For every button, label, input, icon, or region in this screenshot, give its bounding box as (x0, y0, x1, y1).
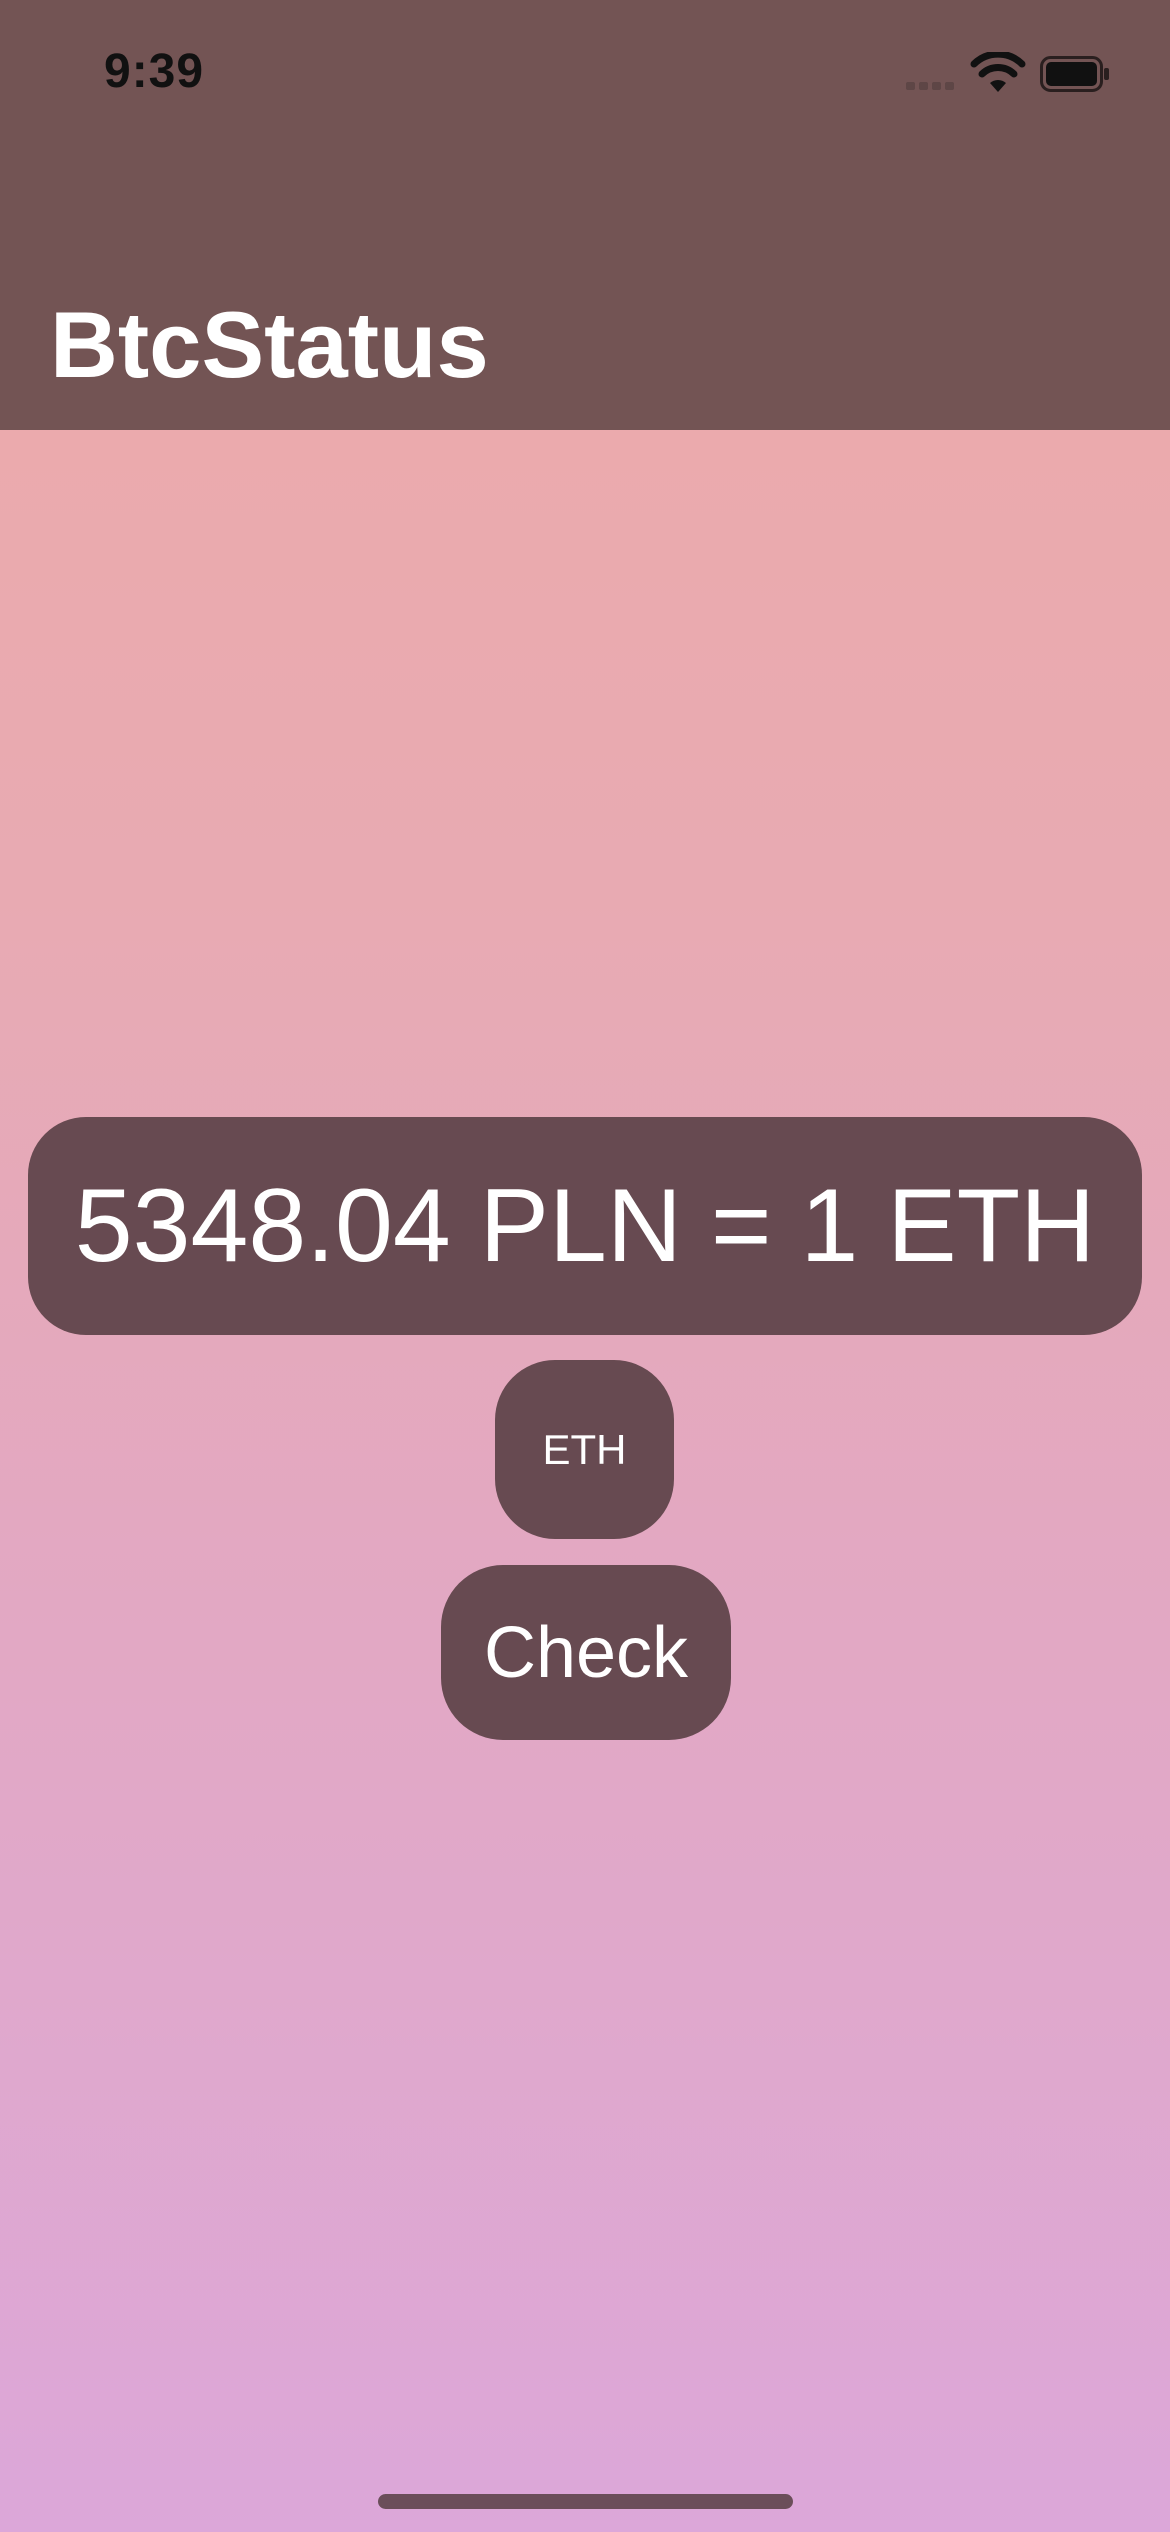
navigation-header: 9:39 BtcStatus (0, 0, 1170, 430)
battery-icon (1040, 56, 1109, 92)
cellular-signal-icon (906, 82, 954, 90)
page-title: BtcStatus (50, 292, 489, 397)
wifi-icon (970, 52, 1026, 92)
home-indicator[interactable] (378, 2494, 793, 2509)
check-button[interactable]: Check (441, 1565, 731, 1740)
exchange-rate-text: 5348.04 PLN = 1 ETH (74, 1167, 1096, 1284)
exchange-rate-display: 5348.04 PLN = 1 ETH (28, 1117, 1142, 1335)
status-bar-time: 9:39 (104, 45, 205, 98)
currency-select-button[interactable]: ETH (495, 1360, 674, 1539)
